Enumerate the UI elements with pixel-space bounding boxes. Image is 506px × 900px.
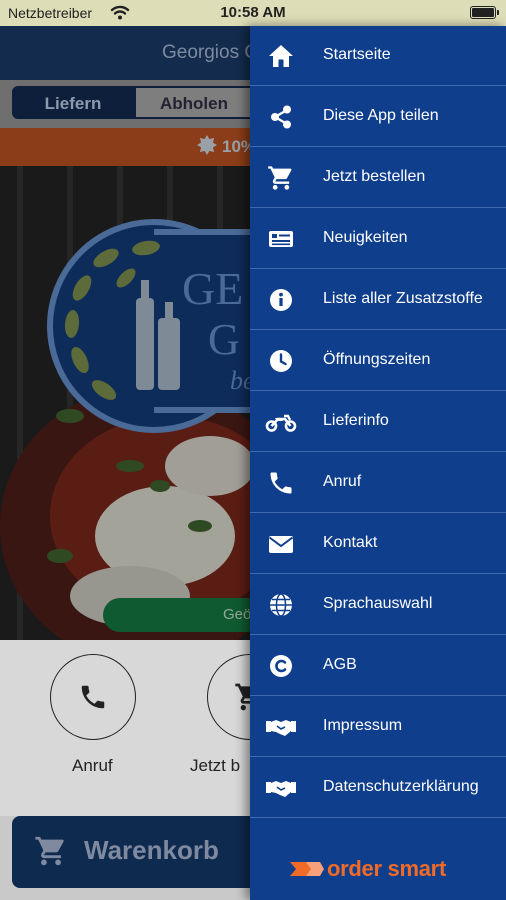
app-title: Georgios G — [162, 42, 260, 63]
menu-label: Jetzt bestellen — [323, 168, 426, 185]
share-icon — [271, 105, 291, 129]
open-status-label: Geö — [223, 606, 252, 623]
menu-label: Neuigkeiten — [323, 229, 408, 246]
menu-item-sprachauswahl[interactable]: Sprachauswahl — [250, 575, 506, 635]
call-action-button[interactable] — [50, 654, 136, 740]
copyright-icon — [270, 655, 292, 677]
news-icon — [269, 231, 293, 247]
menu-item-app-teilen[interactable]: Diese App teilen — [250, 87, 506, 147]
open-status-button[interactable]: Geö — [103, 598, 263, 632]
menu-item-impressum[interactable]: Impressum — [250, 697, 506, 757]
handshake-icon — [266, 720, 296, 736]
menu-label: Anruf — [323, 473, 362, 490]
cart-icon — [268, 166, 292, 190]
menu-item-anruf[interactable]: Anruf — [250, 453, 506, 513]
logo-text-line1: GE — [182, 263, 244, 314]
menu-label: Sprachauswahl — [323, 595, 433, 612]
menu-item-kontakt[interactable]: Kontakt — [250, 514, 506, 574]
phone-icon — [270, 472, 292, 494]
info-icon — [270, 289, 292, 311]
cart-button[interactable]: Warenkorb — [12, 816, 272, 888]
menu-label: Kontakt — [323, 534, 378, 551]
menu-item-datenschutz[interactable]: Datenschutzerklärung — [250, 758, 506, 818]
clock-icon — [270, 350, 292, 372]
mail-icon — [268, 536, 294, 553]
handshake-icon — [266, 781, 296, 797]
menu-item-oeffnungszeiten[interactable]: Öffnungszeiten — [250, 331, 506, 391]
badge-icon — [197, 135, 217, 155]
battery-icon — [470, 6, 499, 19]
navigation-drawer: Startseite Diese App teilen Jetzt bestel… — [250, 26, 506, 900]
call-action-label: Anruf — [72, 756, 113, 775]
menu-label: Liste aller Zusatzstoffe — [323, 290, 483, 307]
logo-text-line2: G — [208, 315, 240, 364]
menu-item-neuigkeiten[interactable]: Neuigkeiten — [250, 209, 506, 269]
motorcycle-icon — [265, 414, 297, 432]
order-smart-brand: order smart — [290, 854, 460, 886]
tab-liefern[interactable]: Liefern — [12, 86, 134, 119]
menu-label: Diese App teilen — [323, 107, 439, 124]
brand-text: order smart — [327, 856, 446, 881]
menu-label: Öffnungszeiten — [323, 351, 431, 368]
menu-label: Datenschutzerklärung — [323, 778, 479, 795]
cart-label: Warenkorb — [84, 835, 219, 865]
menu-item-zusatzstoffe[interactable]: Liste aller Zusatzstoffe — [250, 270, 506, 330]
home-icon — [269, 45, 293, 67]
menu-item-agb[interactable]: AGB — [250, 636, 506, 696]
menu-item-startseite[interactable]: Startseite — [250, 26, 506, 86]
tab-abholen[interactable]: Abholen — [134, 86, 254, 119]
menu-label: Lieferinfo — [323, 412, 389, 429]
order-smart-logo-icon — [290, 862, 324, 876]
menu-label: AGB — [323, 656, 357, 673]
menu-label: Startseite — [323, 46, 391, 63]
menu-item-jetzt-bestellen[interactable]: Jetzt bestellen — [250, 148, 506, 208]
menu-label: Impressum — [323, 717, 403, 734]
clock-time: 10:58 AM — [220, 4, 286, 21]
phone-icon — [81, 685, 105, 709]
order-now-action-label: Jetzt b — [190, 756, 241, 775]
globe-icon — [270, 593, 292, 617]
menu-item-lieferinfo[interactable]: Lieferinfo — [250, 392, 506, 452]
status-bar: Netzbetreiber 10:58 AM — [0, 0, 506, 26]
cart-icon — [35, 836, 64, 866]
